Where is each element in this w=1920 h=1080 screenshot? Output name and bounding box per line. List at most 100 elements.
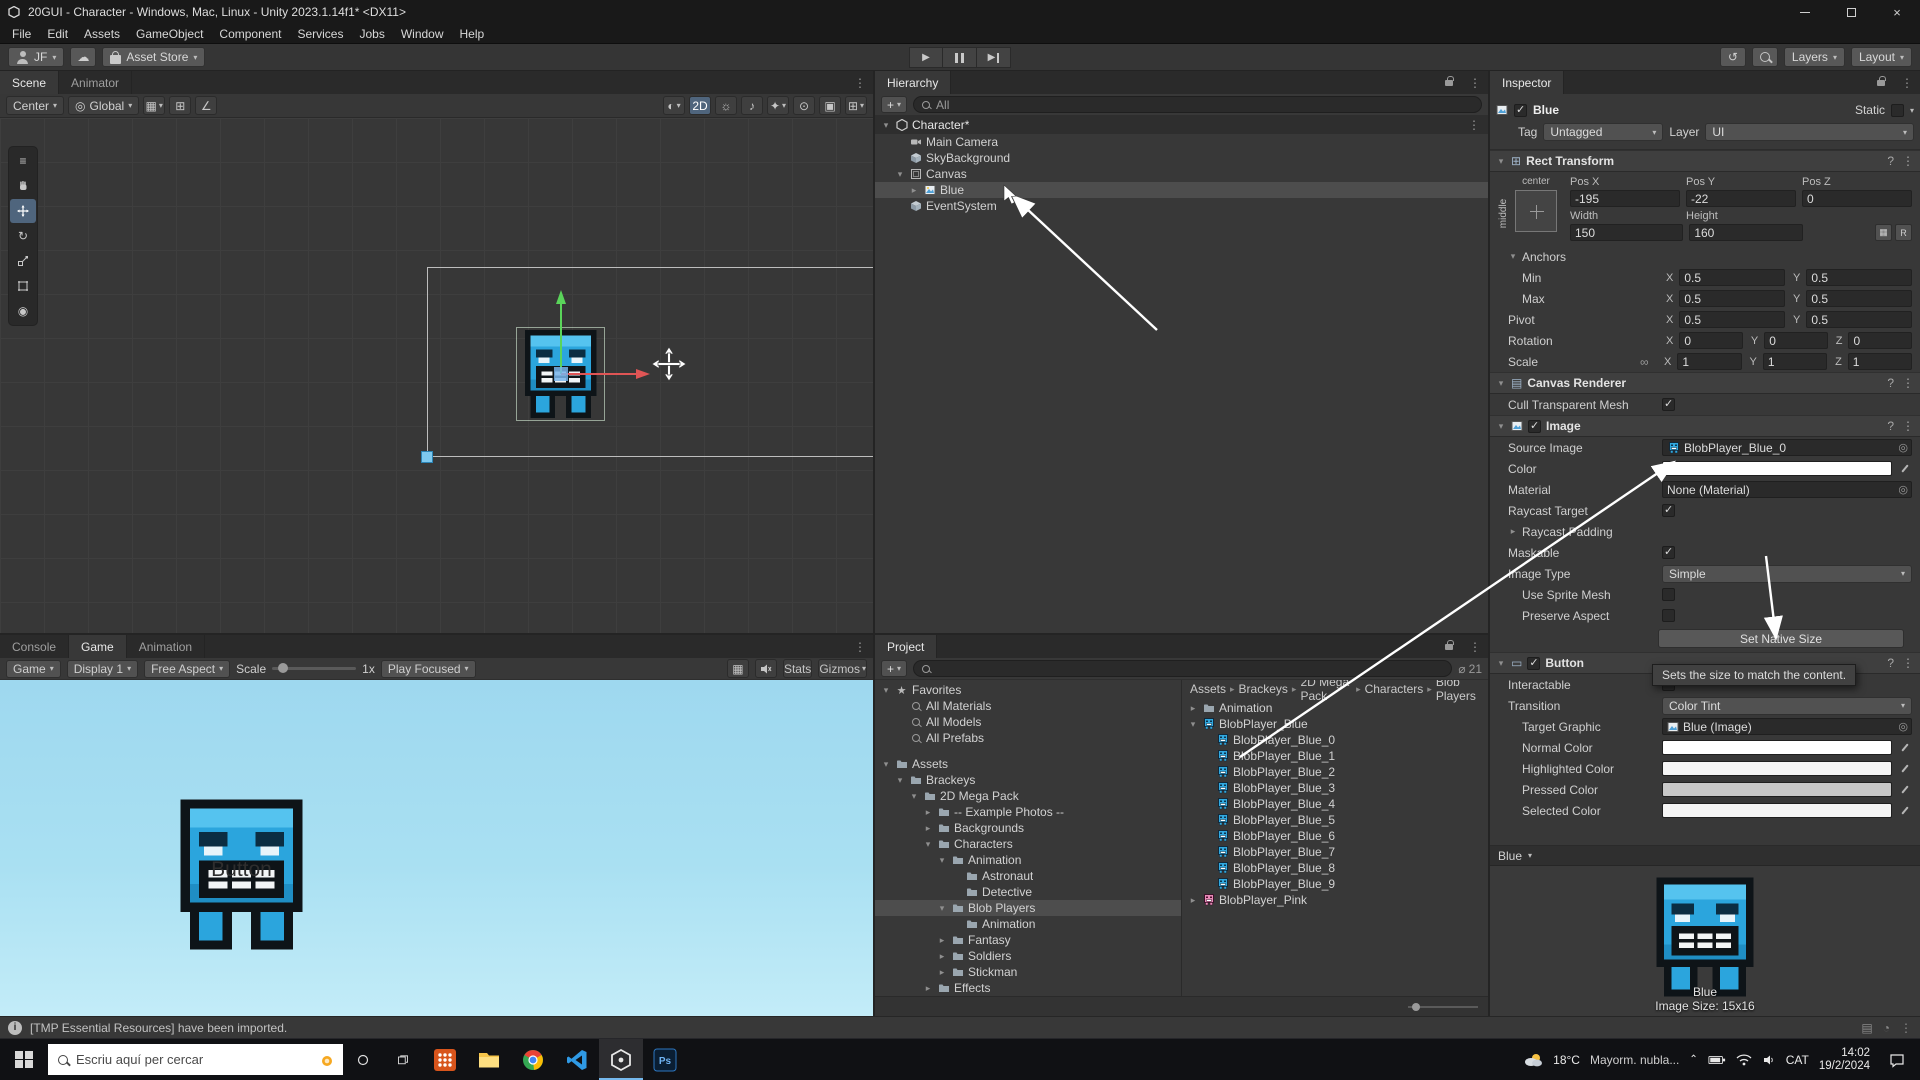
folder-blob-players[interactable]: ▾Blob Players xyxy=(875,900,1181,916)
rect-transform-header[interactable]: ▾ ⊞ Rect Transform ?⋮ xyxy=(1490,150,1920,172)
status-icon-progress[interactable]: ◔ xyxy=(1883,1021,1890,1035)
scale-slider[interactable] xyxy=(272,667,356,670)
pivot-y-field[interactable]: 0.5 xyxy=(1806,311,1912,328)
play-focused-dropdown[interactable]: Play Focused▾ xyxy=(381,660,476,678)
source-image-object-field[interactable]: BlobPlayer_Blue_0◎ xyxy=(1662,439,1912,456)
foldout-icon[interactable]: ▸ xyxy=(937,935,947,946)
breadcrumb-brackeys[interactable]: Brackeys xyxy=(1239,682,1288,696)
foldout-icon[interactable]: ▸ xyxy=(923,823,933,834)
folder-stickman[interactable]: ▸Stickman xyxy=(875,964,1181,980)
folder-all-models[interactable]: All Models xyxy=(875,714,1181,730)
lock-button[interactable] xyxy=(1436,71,1462,94)
folder-soldiers[interactable]: ▸Soldiers xyxy=(875,948,1181,964)
hierarchy-item-main-camera[interactable]: Main Camera xyxy=(875,134,1488,150)
image-component-header[interactable]: ▾ Image ?⋮ xyxy=(1490,415,1920,437)
display-dropdown[interactable]: Display 1▾ xyxy=(67,660,138,678)
asset-blobplayer-blue-4[interactable]: BlobPlayer_Blue_4 xyxy=(1182,796,1488,812)
asset-blobplayer-blue-8[interactable]: BlobPlayer_Blue_8 xyxy=(1182,860,1488,876)
step-button[interactable]: ▶ xyxy=(977,47,1011,68)
cloud-button[interactable]: ☁ xyxy=(70,47,96,67)
foldout-icon[interactable]: ▾ xyxy=(1496,156,1506,167)
cull-transparent-mesh-checkbox[interactable] xyxy=(1662,398,1675,411)
canvas-renderer-header[interactable]: ▾ ▤ Canvas Renderer ?⋮ xyxy=(1490,372,1920,394)
object-picker-icon[interactable]: ◎ xyxy=(1898,720,1908,733)
foldout-icon[interactable]: ▾ xyxy=(1496,658,1506,669)
eyedropper-icon[interactable] xyxy=(1900,783,1912,797)
undo-history-button[interactable]: ↺ xyxy=(1720,47,1746,67)
effects-dropdown[interactable]: ✦▾ xyxy=(767,96,789,115)
button-enabled-checkbox[interactable] xyxy=(1527,657,1540,670)
image-type-dropdown[interactable]: Simple▾ xyxy=(1662,565,1912,583)
color-swatch[interactable] xyxy=(1662,461,1892,476)
asset-animation[interactable]: ▸Animation xyxy=(1182,700,1488,716)
kebab-icon[interactable]: ⋮ xyxy=(1902,419,1914,433)
wifi-icon[interactable] xyxy=(1736,1054,1752,1066)
maskable-checkbox[interactable] xyxy=(1662,546,1675,559)
folder-fantasy[interactable]: ▸Fantasy xyxy=(875,932,1181,948)
hierarchy-item-blue[interactable]: ▸Blue xyxy=(875,182,1488,198)
menu-jobs[interactable]: Jobs xyxy=(351,24,392,43)
folder-all-prefabs[interactable]: All Prefabs xyxy=(875,730,1181,746)
transform-tool[interactable]: ◉ xyxy=(10,299,36,323)
folder-backgrounds[interactable]: ▸Backgrounds xyxy=(875,820,1181,836)
battery-icon[interactable] xyxy=(1708,1054,1726,1066)
material-object-field[interactable]: None (Material)◎ xyxy=(1662,481,1912,498)
object-picker-icon[interactable]: ◎ xyxy=(1898,483,1908,496)
preview-selector-dropdown[interactable]: Blue xyxy=(1498,849,1522,863)
start-button[interactable] xyxy=(0,1039,48,1080)
foldout-icon[interactable]: ▸ xyxy=(923,983,933,994)
foldout-icon[interactable]: ▸ xyxy=(1188,703,1198,714)
selected-color-swatch[interactable] xyxy=(1662,803,1892,818)
menu-file[interactable]: File xyxy=(4,24,39,43)
anchors-max-x-field[interactable]: 0.5 xyxy=(1679,290,1785,307)
folder-2d-mega-pack[interactable]: ▾2D Mega Pack xyxy=(875,788,1181,804)
raw-edit-mode-button[interactable]: R xyxy=(1895,224,1912,241)
foldout-icon[interactable]: ▾ xyxy=(881,120,891,131)
foldout-icon[interactable]: ▾ xyxy=(1188,719,1198,730)
panel-menu-button[interactable]: ⋮ xyxy=(1462,71,1488,94)
tab-hierarchy[interactable]: Hierarchy xyxy=(875,71,951,94)
pos-x-field[interactable]: -195 xyxy=(1570,190,1680,207)
foldout-icon[interactable]: ▾ xyxy=(1496,421,1506,432)
foldout-icon[interactable]: ▾ xyxy=(937,855,947,866)
lock-button[interactable] xyxy=(1436,635,1462,658)
eyedropper-icon[interactable] xyxy=(1900,462,1912,476)
width-field[interactable]: 150 xyxy=(1570,224,1683,241)
set-native-size-button[interactable]: Set Native Size xyxy=(1658,629,1904,648)
close-button[interactable]: × xyxy=(1874,0,1920,24)
blue-blob-sprite[interactable] xyxy=(519,330,602,418)
foldout-icon[interactable]: ▾ xyxy=(895,775,905,786)
create-asset-dropdown[interactable]: +▾ xyxy=(881,660,907,677)
folder-example-photos[interactable]: ▸-- Example Photos -- xyxy=(875,804,1181,820)
menu-component[interactable]: Component xyxy=(211,24,289,43)
folder-characters[interactable]: ▾Characters xyxy=(875,836,1181,852)
scene-tab-scene[interactable]: Scene xyxy=(0,71,59,94)
asset-blobplayer-blue-2[interactable]: BlobPlayer_Blue_2 xyxy=(1182,764,1488,780)
layout-dropdown[interactable]: Layout ▾ xyxy=(1851,47,1912,67)
search-button[interactable] xyxy=(1752,47,1778,67)
raycast-target-checkbox[interactable] xyxy=(1662,504,1675,517)
create-object-dropdown[interactable]: +▾ xyxy=(881,96,907,113)
foldout-icon[interactable]: ▾ xyxy=(909,791,919,802)
normal-color-swatch[interactable] xyxy=(1662,740,1892,755)
kebab-icon[interactable]: ⋮ xyxy=(1902,376,1914,390)
game-viewport[interactable]: Button xyxy=(0,680,873,1016)
menu-edit[interactable]: Edit xyxy=(39,24,76,43)
panel-menu-button[interactable]: ⋮ xyxy=(847,635,873,658)
grid-visibility-dropdown[interactable]: ⊞▾ xyxy=(845,96,867,115)
taskbar-unity[interactable] xyxy=(599,1039,643,1080)
transition-dropdown[interactable]: Color Tint▾ xyxy=(1662,697,1912,715)
taskbar-clock[interactable]: 14:02 19/2/2024 xyxy=(1819,1047,1870,1073)
folder-animation[interactable]: ▾Animation xyxy=(875,852,1181,868)
foldout-icon[interactable]: ▾ xyxy=(1496,378,1506,389)
taskbar-chrome[interactable] xyxy=(511,1039,555,1080)
folder-all-materials[interactable]: All Materials xyxy=(875,698,1181,714)
hierarchy-item-canvas[interactable]: ▾Canvas xyxy=(875,166,1488,182)
asset-blobplayer-blue-6[interactable]: BlobPlayer_Blue_6 xyxy=(1182,828,1488,844)
folder-brackeys[interactable]: ▾Brackeys xyxy=(875,772,1181,788)
weather-desc[interactable]: Mayorm. nubla... xyxy=(1590,1053,1679,1067)
breadcrumb-characters[interactable]: Characters xyxy=(1365,682,1424,696)
pause-button[interactable] xyxy=(943,47,977,68)
layer-dropdown[interactable]: UI▾ xyxy=(1705,123,1914,141)
aspect-ratio-dropdown[interactable]: Free Aspect▾ xyxy=(144,660,230,678)
